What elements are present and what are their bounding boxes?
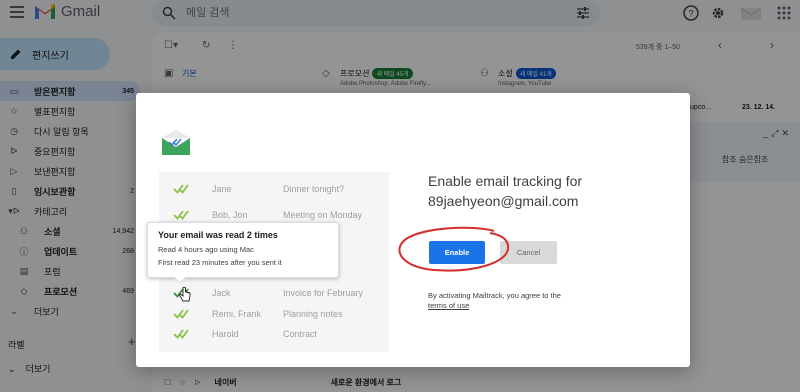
preview-subject: Invoice for February [283,288,364,298]
preview-sender: Bob, Jon [212,210,248,220]
double-check-icon [173,184,189,194]
preview-subject: Planning notes [283,309,343,319]
heading-email-address: 89jaehyeon@gmail.com [428,193,579,209]
preview-email-row: Harold Contract [159,325,389,345]
terms-text: By activating Mailtrack, you agree to th… [428,291,561,311]
preview-sender: Remi, Frank [212,309,262,319]
preview-subject: Contract [283,329,318,339]
dialog-heading: Enable email tracking for 89jaehyeon@gma… [428,171,582,211]
tooltip-line-2: First read 23 minutes after you sent it [158,258,282,267]
preview-sender: Jack [212,288,231,298]
red-annotation-circle [398,226,510,272]
tooltip-title: Your email was read 2 times [158,230,278,240]
terms-of-use-link[interactable]: terms of use [428,301,469,310]
terms-prefix: By activating Mailtrack, you agree to th… [428,291,561,300]
double-check-icon [173,210,189,220]
preview-sender: Jane [212,184,232,194]
heading-line-1: Enable email tracking for [428,173,583,189]
read-receipt-tooltip: Your email was read 2 times Read 4 hours… [147,222,339,284]
preview-subject: Meeting on Monday [283,210,363,220]
preview-email-row: Jack Invoice for February [159,284,389,304]
tooltip-line-1: Read 4 hours ago using Mac [158,245,254,254]
mailtrack-logo-icon [162,130,190,155]
hand-cursor-icon [179,287,191,302]
double-check-icon [173,309,189,319]
preview-sender: Harold [212,329,239,339]
preview-email-row: Jane Dinner tonight? [159,180,389,200]
preview-email-row: Remi, Frank Planning notes [159,305,389,325]
preview-subject: Dinner tonight? [283,184,345,194]
double-check-icon [173,329,189,339]
